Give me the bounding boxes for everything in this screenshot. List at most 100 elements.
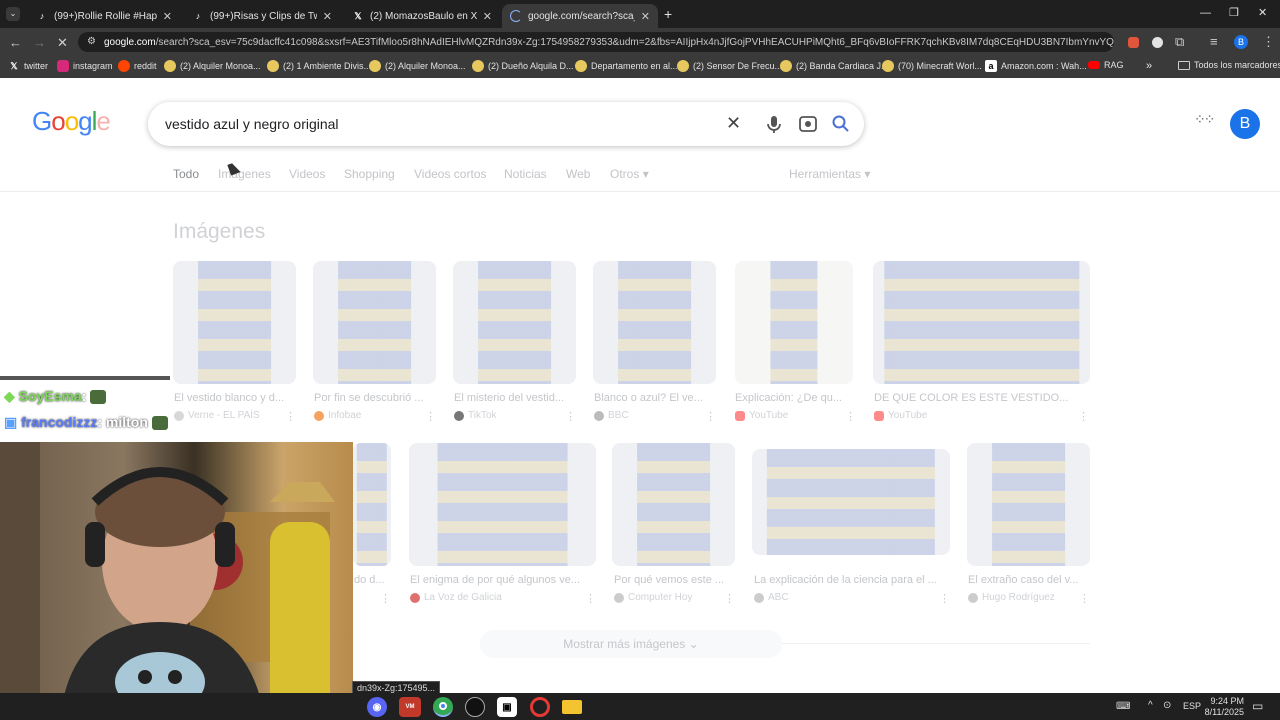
opera-icon[interactable] (530, 697, 550, 717)
show-more-images-button[interactable]: Mostrar más imágenes ⌄ (480, 630, 782, 658)
menu-icon[interactable]: ⋮ (1262, 35, 1275, 48)
image-result-card[interactable] (612, 443, 735, 566)
image-result-title[interactable]: El extraño caso del v... (968, 574, 1090, 586)
tab-noticias[interactable]: Noticias (504, 167, 547, 181)
tools-button[interactable]: Herramientas ▾ (789, 167, 870, 181)
image-result-card[interactable] (453, 261, 576, 384)
image-result-title[interactable]: El vestido blanco y d... (174, 392, 294, 404)
image-result-title[interactable]: La explicación de la ciencia para el ... (754, 574, 950, 586)
search-input[interactable]: vestido azul y negro original (165, 116, 339, 132)
bookmark-2[interactable]: reddit (118, 60, 157, 72)
more-options-icon[interactable]: ⋮ (585, 592, 596, 605)
tab-1[interactable]: ♪ (99+)Risas y Clips de Twitch cor ✕ (184, 4, 340, 28)
language-indicator[interactable]: ESP (1183, 701, 1201, 711)
image-result-card[interactable] (593, 261, 716, 384)
bookmark-11[interactable]: a Amazon.com : Wah... (985, 60, 1087, 72)
tab-web[interactable]: Web (566, 167, 590, 181)
notification-icon[interactable]: ▭ (1252, 699, 1263, 713)
image-result-title[interactable]: El enigma de por qué algunos ve... (410, 574, 596, 586)
image-result-card[interactable] (752, 449, 950, 555)
clear-icon[interactable]: ✕ (726, 113, 741, 134)
microphone-icon[interactable] (761, 111, 787, 137)
obs-icon[interactable] (465, 697, 485, 717)
site-info-icon[interactable]: ⚙ (87, 36, 96, 47)
lens-camera-icon[interactable] (795, 111, 821, 137)
close-icon[interactable]: ✕ (163, 10, 172, 23)
more-options-icon[interactable]: ⋮ (380, 592, 391, 605)
bookmark-4[interactable]: (2) 1 Ambiente Divis... (267, 60, 371, 72)
image-result-card[interactable] (409, 443, 596, 566)
address-bar[interactable]: ⚙ google.com/search?sca_esv=75c9dacffc41… (78, 32, 1114, 52)
network-icon[interactable]: ⊙ (1163, 700, 1171, 711)
search-icon[interactable] (828, 111, 854, 137)
more-options-icon[interactable]: ⋮ (1079, 592, 1090, 605)
image-result-title[interactable]: Explicación: ¿De qu... (735, 392, 853, 404)
tab-otros[interactable]: Otros ▾ (610, 167, 649, 181)
image-result-card[interactable] (313, 261, 436, 384)
tab-imagenes[interactable]: Imágenes (218, 167, 271, 181)
image-result-title[interactable]: El misterio del vestid... (454, 392, 574, 404)
extension-icon[interactable] (1128, 37, 1139, 48)
extension-icon[interactable] (1152, 37, 1163, 48)
chrome-icon[interactable] (433, 697, 453, 717)
discord-icon[interactable]: ◉ (367, 697, 387, 717)
new-tab-button[interactable]: + (664, 7, 672, 21)
image-result-title[interactable]: Blanco o azul? El ve... (594, 392, 714, 404)
more-options-icon[interactable]: ⋮ (845, 410, 856, 423)
bookmark-0[interactable]: 𝕏twitter (8, 60, 48, 72)
bookmark-5[interactable]: (2) Alquiler Monoa... (369, 60, 466, 72)
tab-3-active[interactable]: google.com/search?sca_esv=75 ✕ (502, 4, 658, 28)
tab-search-icon[interactable]: ≡ (1210, 35, 1218, 48)
all-bookmarks[interactable]: Todos los marcadores (1178, 60, 1280, 70)
account-avatar[interactable]: B (1230, 109, 1260, 139)
back-icon[interactable]: ← (9, 36, 22, 49)
more-bookmarks-chevron-icon[interactable]: » (1146, 60, 1152, 72)
image-result-title[interactable]: Por fin se descubrió ... (314, 392, 434, 404)
image-result-card[interactable] (735, 261, 853, 384)
bookmark-7[interactable]: Departamento en al... (575, 60, 678, 72)
bookmark-1[interactable]: instagram (57, 60, 113, 72)
bookmark-12[interactable]: RAG (1088, 60, 1124, 70)
minimize-button[interactable]: — (1200, 7, 1211, 19)
bookmark-3[interactable]: (2) Alquiler Monoa... (164, 60, 261, 72)
image-result-card[interactable] (173, 261, 296, 384)
profile-avatar[interactable]: B (1234, 35, 1248, 49)
more-options-icon[interactable]: ⋮ (705, 410, 716, 423)
voicemeeter-icon[interactable]: VM (399, 697, 421, 717)
stop-icon[interactable]: ✕ (57, 36, 68, 49)
image-result-card[interactable] (873, 261, 1090, 384)
more-options-icon[interactable]: ⋮ (1078, 410, 1089, 423)
tab-search-button[interactable]: ⌄ (6, 7, 20, 21)
capcut-icon[interactable]: ▣ (497, 697, 517, 717)
chevron-up-icon[interactable]: ^ (1148, 700, 1153, 711)
google-logo[interactable]: Google (32, 106, 111, 137)
puzzle-icon[interactable]: ⧉ (1175, 35, 1184, 48)
tab-2[interactable]: 𝕏 (2) MomazosBaulo en X: "https: ✕ (344, 4, 500, 28)
tab-shopping[interactable]: Shopping (344, 167, 395, 181)
image-result-title[interactable]: do d... (354, 574, 390, 586)
bookmark-10[interactable]: (70) Minecraft Worl... (882, 60, 982, 72)
bookmark-9[interactable]: (2) Banda Cardiaca J... (780, 60, 889, 72)
more-options-icon[interactable]: ⋮ (939, 592, 950, 605)
image-result-title[interactable]: Por qué vemos este ... (614, 574, 735, 586)
restore-button[interactable]: ❐ (1229, 6, 1239, 19)
tab-videos[interactable]: Videos (289, 167, 325, 181)
more-options-icon[interactable]: ⋮ (565, 410, 576, 423)
tab-videos-cortos[interactable]: Videos cortos (414, 167, 487, 181)
clock-time[interactable]: 9:24 PM (1208, 696, 1244, 706)
clock-date[interactable]: 8/11/2025 (1202, 707, 1244, 717)
image-result-card[interactable] (967, 443, 1090, 566)
image-result-title[interactable]: DE QUE COLOR ES ESTE VESTIDO... (874, 392, 1090, 404)
search-box[interactable]: vestido azul y negro original ✕ (148, 102, 864, 146)
tab-todo[interactable]: Todo (173, 167, 199, 181)
close-icon[interactable]: ✕ (323, 10, 332, 23)
forward-icon[interactable]: → (33, 36, 46, 49)
close-icon[interactable]: ✕ (483, 10, 492, 23)
image-result-card[interactable] (353, 443, 391, 566)
more-options-icon[interactable]: ⋮ (724, 592, 735, 605)
more-options-icon[interactable]: ⋮ (425, 410, 436, 423)
bookmark-8[interactable]: (2) Sensor De Frecu... (677, 60, 782, 72)
file-explorer-icon[interactable] (562, 700, 582, 714)
apps-grid-icon[interactable]: ⁘⁘ (1194, 112, 1216, 132)
close-icon[interactable]: ✕ (641, 10, 650, 23)
